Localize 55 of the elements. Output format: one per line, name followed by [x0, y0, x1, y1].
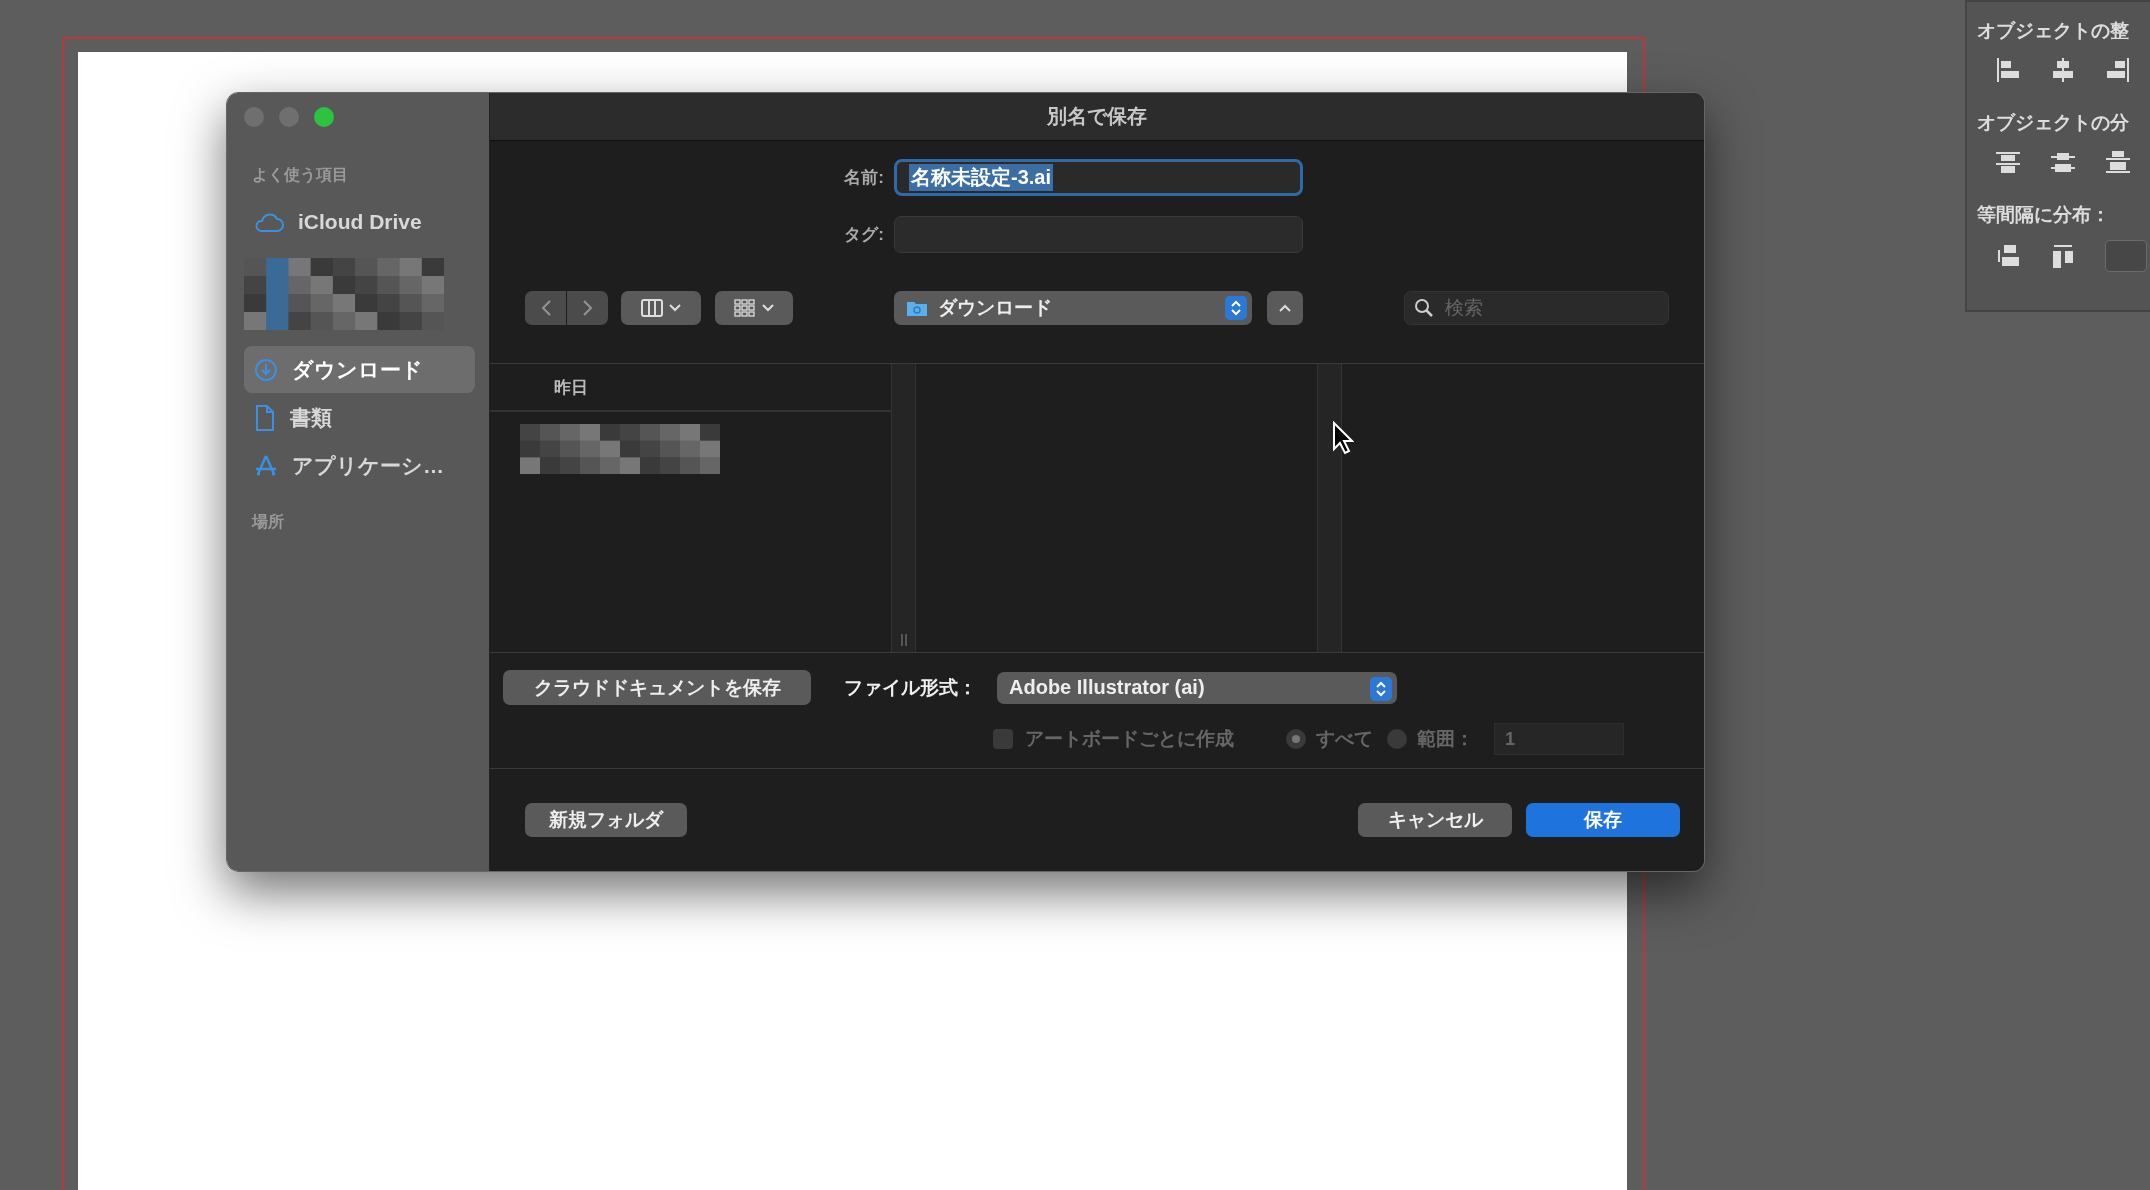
folder-icon: [906, 299, 928, 317]
caret-up-icon: [1279, 304, 1291, 312]
apps-icon: [254, 453, 278, 478]
sidebar-item[interactable]: ダウンロード: [244, 346, 475, 393]
grid-icon: [734, 299, 756, 317]
horizontal-spacing-icon[interactable]: [2050, 242, 2076, 270]
resize-handle-icon: [899, 634, 908, 646]
caret-icon: [762, 304, 774, 312]
mouse-pointer-icon: [1332, 421, 1354, 455]
caret-icon: [669, 304, 681, 312]
panel-section-title: 等間隔に分布：: [1977, 203, 2111, 227]
panel-section-title: オブジェクトの分: [1977, 111, 2130, 135]
save-cloud-document-button[interactable]: クラウドドキュメントを保存: [503, 670, 811, 705]
radio-label: すべて: [1316, 727, 1373, 751]
checkbox-label: アートボードごとに作成: [1025, 727, 1234, 751]
column-view-button[interactable]: [621, 291, 701, 325]
align-center-icon[interactable]: [2050, 56, 2076, 84]
radio-button[interactable]: [1286, 729, 1306, 749]
sidebar-heading: よく使う項目: [252, 165, 349, 186]
window-title: 別名で保存: [490, 93, 1704, 141]
panel-section-title: オブジェクトの整: [1977, 19, 2130, 43]
stepper-icon: [1370, 676, 1392, 701]
forward-icon: [581, 299, 594, 317]
download-icon: [254, 357, 278, 382]
location-popup[interactable]: ダウンロード: [894, 291, 1252, 325]
document-icon: [254, 404, 276, 431]
name-field[interactable]: 名称未設定-3.ai: [894, 159, 1303, 196]
align-right-icon[interactable]: [2105, 56, 2131, 84]
back-icon: [539, 299, 552, 317]
format-label: ファイル形式：: [844, 675, 978, 700]
sidebar-heading: 場所: [252, 512, 285, 532]
radio-label: 範囲：: [1417, 727, 1474, 751]
field-label: 名前:: [843, 167, 884, 189]
save-button[interactable]: 保存: [1526, 803, 1680, 837]
sidebar-item[interactable]: iCloud Drive: [244, 198, 475, 245]
sidebar-item[interactable]: 書類: [244, 394, 475, 441]
tag-field[interactable]: [894, 216, 1303, 253]
forward-button[interactable]: [567, 291, 608, 325]
cancel-button[interactable]: キャンセル: [1358, 803, 1512, 837]
format-popup[interactable]: Adobe Illustrator (ai): [997, 671, 1397, 704]
back-button[interactable]: [525, 291, 566, 325]
group-button[interactable]: [715, 291, 793, 325]
spacing-field[interactable]: [2105, 240, 2147, 272]
distribute-bottom-icon[interactable]: [2105, 148, 2131, 176]
search-field[interactable]: 検索: [1404, 291, 1669, 325]
sidebar-item[interactable]: アプリケーシ…: [244, 442, 475, 489]
zoom-button[interactable]: [314, 107, 334, 127]
search-icon: [1414, 298, 1434, 318]
new-folder-button[interactable]: 新規フォルダ: [525, 803, 687, 837]
align-left-icon[interactable]: [1995, 56, 2021, 84]
stepper-icon: [1225, 296, 1247, 320]
radio-button[interactable]: [1387, 729, 1407, 749]
collapse-button[interactable]: [1267, 291, 1303, 325]
columns-icon: [641, 299, 663, 317]
field-label: タグ:: [843, 224, 884, 246]
